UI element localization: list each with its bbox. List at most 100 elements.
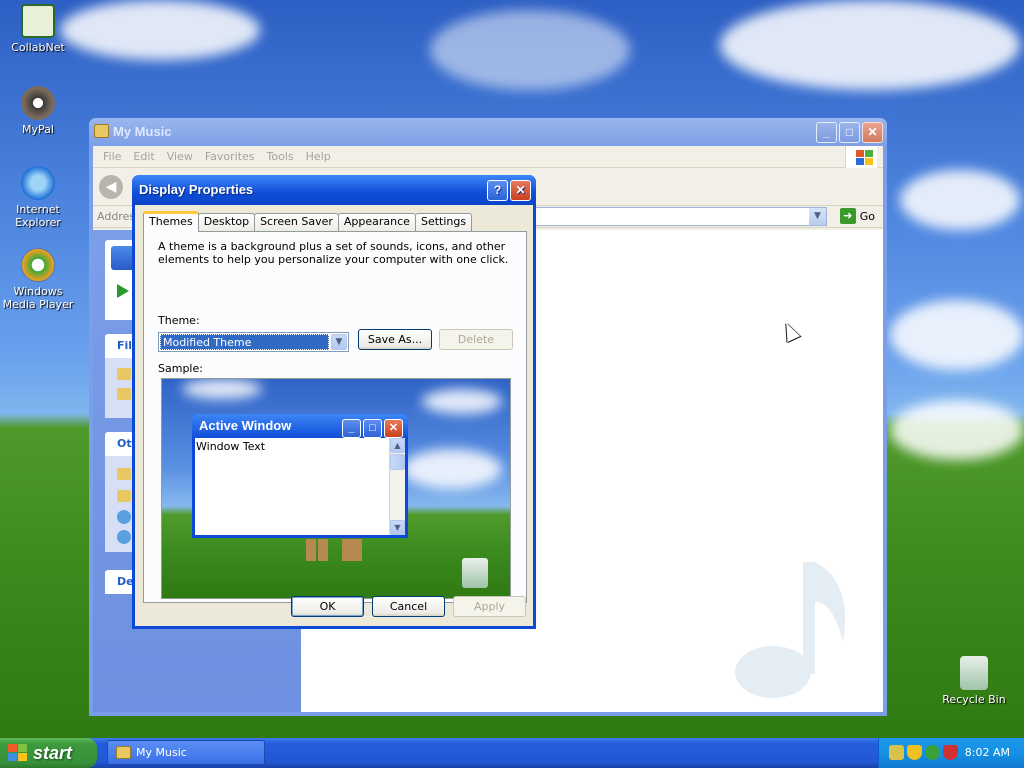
close-icon: ✕ <box>384 419 403 438</box>
cloud <box>60 0 260 60</box>
tab-desktop[interactable]: Desktop <box>197 213 256 231</box>
apply-button[interactable]: Apply <box>453 596 526 617</box>
network-icon <box>117 530 131 544</box>
scroll-down-icon: ▼ <box>390 520 405 535</box>
go-label: Go <box>859 209 875 223</box>
minimize-button[interactable]: _ <box>816 122 837 143</box>
tab-settings[interactable]: Settings <box>414 213 473 231</box>
cloud <box>720 0 1020 90</box>
go-button[interactable]: ➜ Go <box>839 208 875 224</box>
sample-window-titlebar: Active Window _ □ ✕ <box>192 414 408 438</box>
menu-tools[interactable]: Tools <box>267 150 294 163</box>
play-icon[interactable] <box>117 284 129 298</box>
save-as-button[interactable]: Save As... <box>358 329 432 350</box>
folder-icon <box>117 368 131 380</box>
folder-icon <box>117 468 131 480</box>
desktop-icon-windows-media-player[interactable]: Windows Media Player <box>0 248 76 311</box>
themes-panel: A theme is a background plus a set of so… <box>143 231 527 603</box>
back-button[interactable]: ◀ <box>99 175 123 199</box>
tab-screen-saver[interactable]: Screen Saver <box>254 213 339 231</box>
cloud <box>402 449 502 489</box>
start-button[interactable]: start <box>0 738 97 768</box>
desktop-icon-collabnet[interactable]: CollabNet <box>0 4 76 54</box>
sample-label: Sample: <box>158 362 203 375</box>
sample-active-window: Active Window _ □ ✕ Window Text ▲ ▼ <box>192 414 408 538</box>
tab-strip: Themes Desktop Screen Saver Appearance S… <box>143 211 473 232</box>
tab-appearance[interactable]: Appearance <box>337 213 416 231</box>
display-properties-dialog[interactable]: Display Properties ? ✕ Themes Desktop Sc… <box>132 175 536 629</box>
desktop-icon-label: Internet Explorer <box>15 203 61 229</box>
taskbar-item-label: My Music <box>136 746 187 759</box>
chevron-down-icon[interactable]: ▼ <box>331 334 347 350</box>
help-button[interactable]: ? <box>487 180 508 201</box>
clock: 8:02 AM <box>964 746 1010 759</box>
menu-bar: File Edit View Favorites Tools Help <box>93 146 883 168</box>
folder-icon <box>94 124 109 138</box>
security-shield-icon[interactable] <box>907 745 922 760</box>
folder-icon <box>117 388 131 400</box>
minimize-icon: _ <box>342 419 361 438</box>
recycle-bin-icon <box>462 558 488 588</box>
desktop-icon-label: CollabNet <box>11 41 65 54</box>
network-icon <box>117 510 131 524</box>
music-note-watermark-icon <box>735 562 846 698</box>
menu-favorites[interactable]: Favorites <box>205 150 255 163</box>
network-tray-icon[interactable] <box>889 745 904 760</box>
maximize-icon: □ <box>363 419 382 438</box>
menu-file[interactable]: File <box>103 150 121 163</box>
desktop-icon-label: Recycle Bin <box>942 693 1006 706</box>
start-label: start <box>33 743 73 763</box>
sample-window-text: Window Text <box>196 440 266 453</box>
windows-logo-icon <box>8 744 28 762</box>
desktop-icon-label: MyPal <box>22 123 54 136</box>
my-music-titlebar[interactable]: My Music _ □ ✕ <box>89 118 887 146</box>
recycle-bin-icon <box>960 656 988 690</box>
taskbar: start My Music 8:02 AM <box>0 738 1024 768</box>
cloud <box>890 400 1024 460</box>
system-tray: 8:02 AM <box>878 738 1024 768</box>
mypal-icon <box>21 86 55 120</box>
menu-view[interactable]: View <box>167 150 193 163</box>
cloud <box>430 10 630 90</box>
ok-button[interactable]: OK <box>291 596 364 617</box>
sample-scrollbar: ▲ ▼ <box>389 438 405 535</box>
sample-window-body: Window Text ▲ ▼ <box>195 438 405 535</box>
tab-themes[interactable]: Themes <box>143 211 199 232</box>
menu-help[interactable]: Help <box>306 150 331 163</box>
folder-icon <box>116 746 131 759</box>
menu-edit[interactable]: Edit <box>133 150 154 163</box>
theme-sample-preview: Active Window _ □ ✕ Window Text ▲ ▼ <box>161 378 511 599</box>
collabnet-icon <box>21 4 55 38</box>
desktop-icon-internet-explorer[interactable]: Internet Explorer <box>0 166 76 229</box>
cloud <box>900 170 1020 230</box>
scroll-thumb <box>390 454 405 470</box>
security-alert-icon[interactable] <box>943 745 958 760</box>
windows-logo-icon <box>845 146 877 168</box>
cancel-button[interactable]: Cancel <box>372 596 445 617</box>
sample-figures <box>302 539 362 561</box>
desktop: CollabNet MyPal Internet Explorer Window… <box>0 0 1024 738</box>
themes-description: A theme is a background plus a set of so… <box>158 240 509 266</box>
close-button[interactable]: ✕ <box>510 180 531 201</box>
windows-media-player-icon <box>21 248 55 282</box>
delete-button[interactable]: Delete <box>439 329 513 350</box>
taskbar-item-my-music[interactable]: My Music <box>107 740 265 765</box>
dialog-title: Display Properties <box>139 182 254 197</box>
chevron-down-icon[interactable]: ▼ <box>809 208 826 225</box>
maximize-button[interactable]: □ <box>839 122 860 143</box>
theme-select[interactable]: Modified Theme ▼ <box>158 332 349 352</box>
dialog-titlebar[interactable]: Display Properties ? ✕ <box>132 175 536 205</box>
internet-explorer-icon <box>21 166 55 200</box>
sample-window-title: Active Window <box>199 418 292 433</box>
theme-selected-value: Modified Theme <box>160 334 329 350</box>
window-title: My Music <box>113 124 172 139</box>
update-icon[interactable] <box>925 745 940 760</box>
scroll-up-icon: ▲ <box>390 438 405 453</box>
desktop-icon-recycle-bin[interactable]: Recycle Bin <box>936 656 1012 706</box>
go-arrow-icon: ➜ <box>839 208 856 224</box>
address-field[interactable]: ▼ <box>535 207 827 226</box>
close-button[interactable]: ✕ <box>862 122 883 143</box>
desktop-icon-mypal[interactable]: MyPal <box>0 86 76 136</box>
cloud <box>182 379 262 399</box>
cloud <box>422 389 502 414</box>
